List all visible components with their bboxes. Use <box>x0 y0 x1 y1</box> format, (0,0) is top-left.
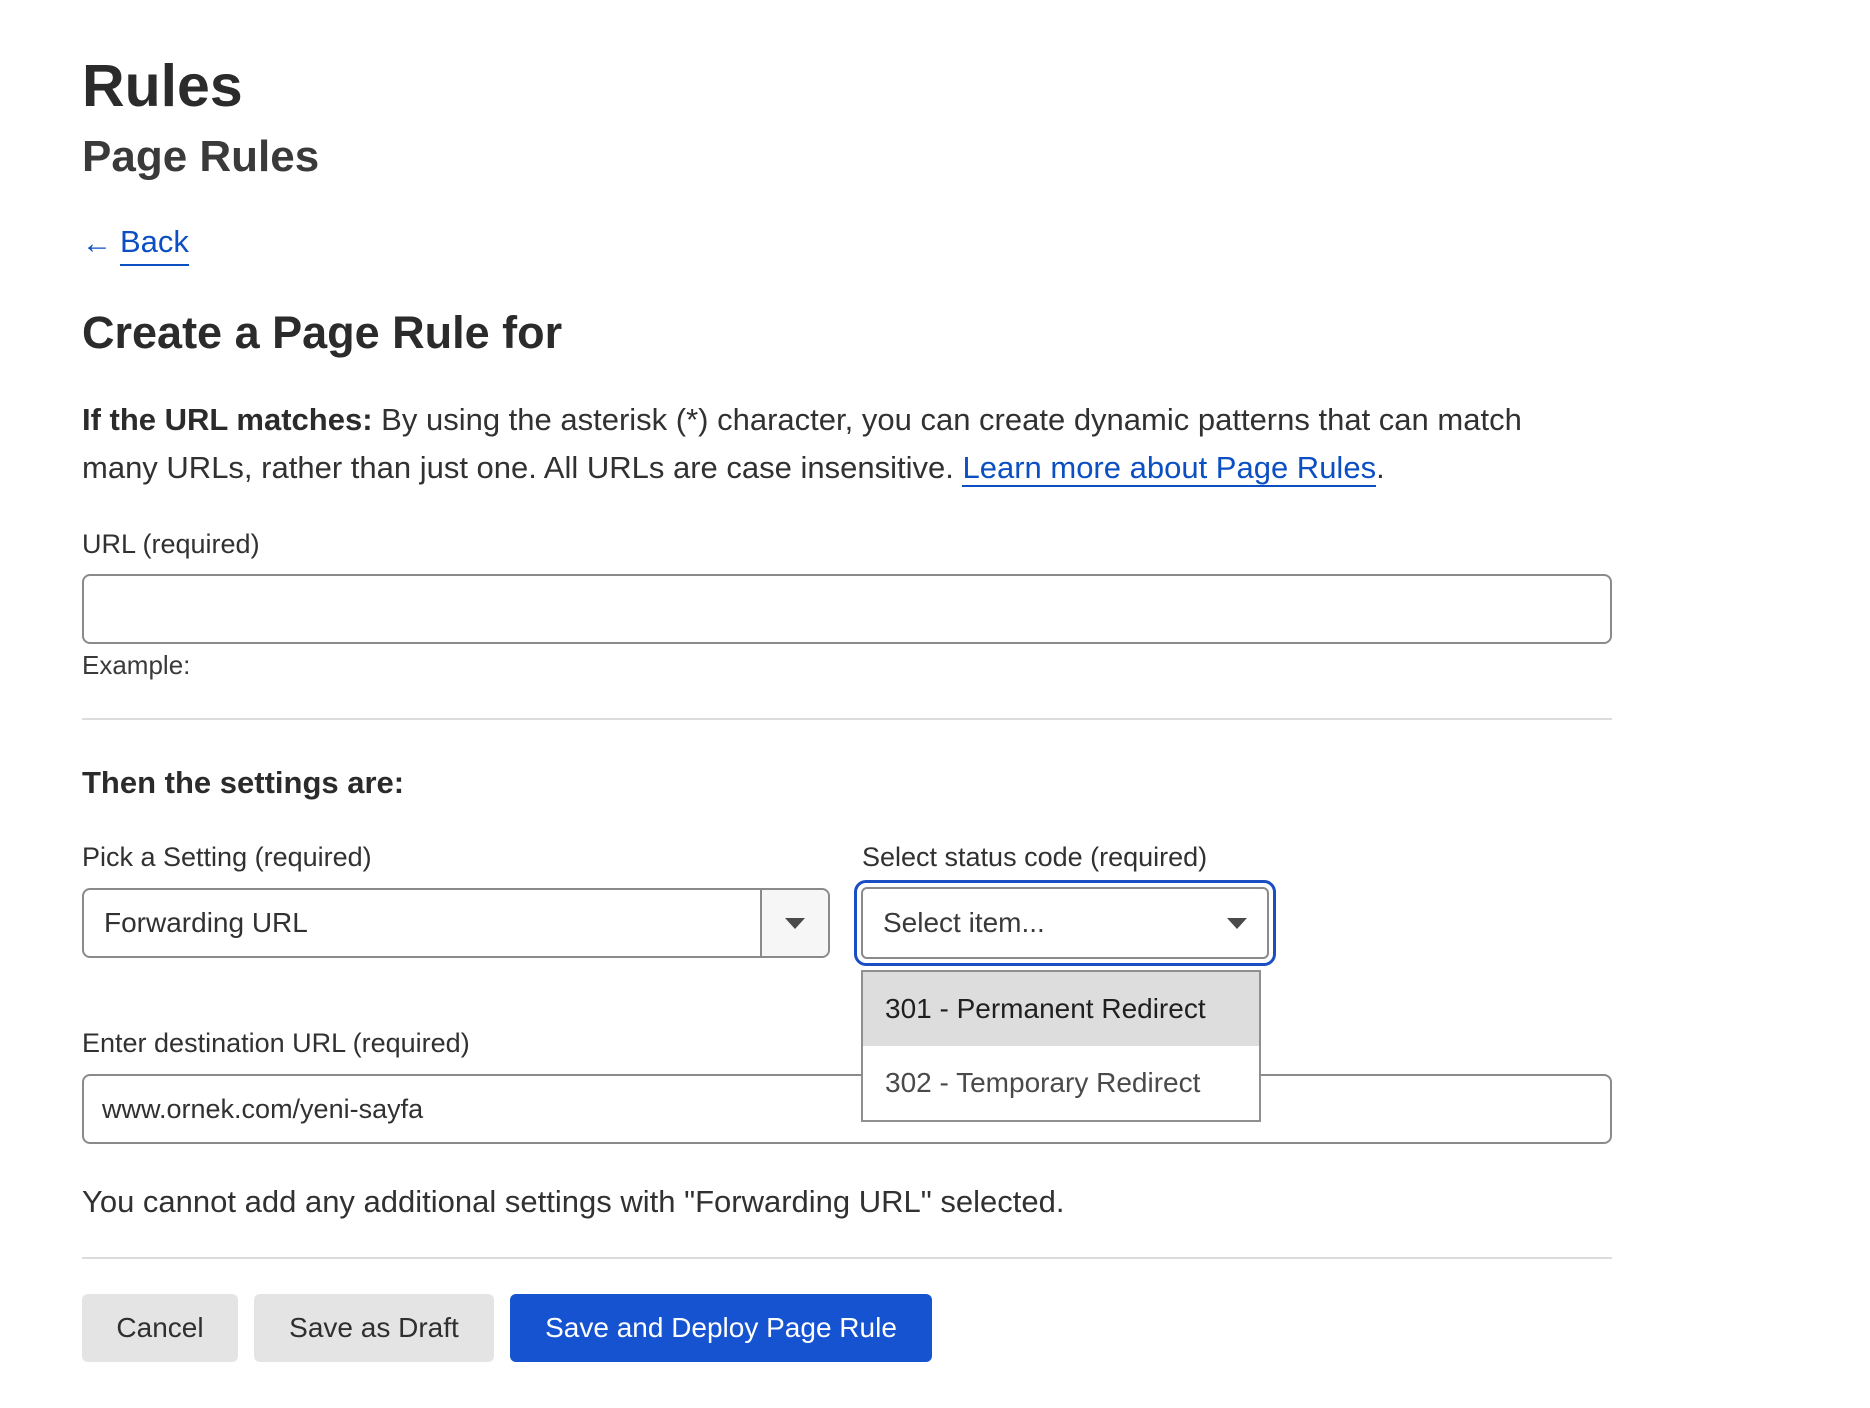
learn-more-link[interactable]: Learn more about Page Rules <box>962 450 1377 487</box>
section-divider <box>82 718 1612 720</box>
chevron-down-icon <box>1227 917 1247 929</box>
forwarding-note: You cannot add any additional settings w… <box>82 1184 1065 1219</box>
setting-select-value: Forwarding URL <box>104 907 308 938</box>
actions-divider <box>82 1257 1612 1259</box>
status-option-301[interactable]: 301 - Permanent Redirect <box>863 972 1259 1046</box>
destination-url-input[interactable] <box>82 1074 1612 1144</box>
chevron-down-icon <box>785 917 805 929</box>
url-label: URL (required) <box>82 529 260 559</box>
intro-period: . <box>1376 450 1385 485</box>
setting-label: Pick a Setting (required) <box>82 842 372 872</box>
arrow-left-icon: ← <box>82 227 112 260</box>
status-code-dropdown: 301 - Permanent Redirect 302 - Temporary… <box>861 970 1261 1122</box>
status-code-focus-ring: Select item... <box>854 880 1276 966</box>
form-heading: Create a Page Rule for <box>82 307 563 358</box>
status-code-label: Select status code (required) <box>862 842 1208 872</box>
url-match-description: If the URL matches: By using the asteris… <box>82 396 1602 492</box>
url-input[interactable] <box>82 574 1612 644</box>
cancel-button[interactable]: Cancel <box>82 1294 238 1362</box>
setting-select[interactable]: Forwarding URL <box>82 888 830 958</box>
save-deploy-button[interactable]: Save and Deploy Page Rule <box>510 1294 932 1362</box>
destination-url-label: Enter destination URL (required) <box>82 1028 470 1058</box>
url-match-label: If the URL matches: <box>82 402 373 437</box>
status-option-302[interactable]: 302 - Temporary Redirect <box>863 1046 1259 1120</box>
save-draft-button[interactable]: Save as Draft <box>254 1294 494 1362</box>
page-title: Rules <box>82 53 243 119</box>
page-subtitle: Page Rules <box>82 132 320 181</box>
setting-select-toggle[interactable] <box>760 890 828 956</box>
status-code-select[interactable]: Select item... <box>861 887 1269 959</box>
url-example-hint: Example: <box>82 650 191 680</box>
back-link-label: Back <box>120 222 189 266</box>
back-link[interactable]: ← Back <box>82 222 189 266</box>
status-code-placeholder: Select item... <box>883 907 1045 938</box>
settings-heading: Then the settings are: <box>82 765 405 800</box>
